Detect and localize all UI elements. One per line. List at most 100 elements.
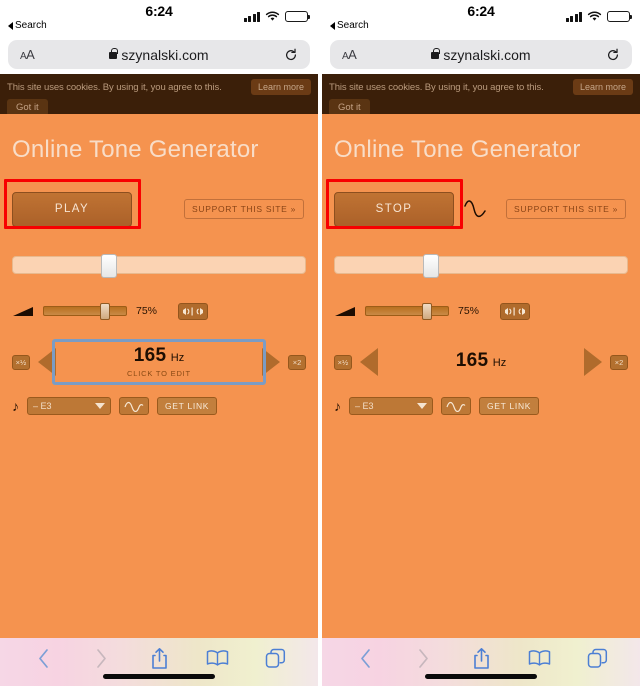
toolbar-tabs-button[interactable] <box>584 646 610 670</box>
get-link-button[interactable]: GET LINK <box>479 397 540 415</box>
stereo-speakers-icon[interactable] <box>500 302 531 320</box>
volume-icon <box>335 306 355 316</box>
waveform-button[interactable] <box>119 397 149 415</box>
note-select[interactable]: – E3 <box>349 397 433 415</box>
stop-button[interactable]: STOP <box>334 191 454 227</box>
cellular-signal-icon <box>565 11 582 22</box>
url-text: szynalski.com <box>121 46 209 63</box>
toolbar-share-button[interactable] <box>468 646 494 670</box>
sine-wave-icon <box>124 401 144 412</box>
url-text: szynalski.com <box>443 46 531 63</box>
cookie-message: This site uses cookies. By using it, you… <box>7 81 222 93</box>
toolbar-forward-button[interactable] <box>410 646 436 670</box>
cookie-learn-more-button[interactable]: Learn more <box>250 79 311 95</box>
phone-screen-right: 6:24 Search AA szynalski.com This site u… <box>322 0 640 686</box>
chevron-down-icon <box>417 403 427 409</box>
tone-generator-page: Online Tone Generator PLAY SUPPORT THIS … <box>0 114 318 638</box>
browser-toolbar <box>0 638 318 686</box>
chevron-down-icon <box>95 403 105 409</box>
dual-screenshot-comparison: 6:24 Search AA szynalski.com This site u… <box>0 0 640 686</box>
frequency-unit: Hz <box>170 352 185 364</box>
toolbar-back-button[interactable] <box>352 646 378 670</box>
cookie-learn-more-button[interactable]: Learn more <box>572 79 633 95</box>
home-indicator <box>103 674 215 679</box>
wifi-icon <box>587 11 602 21</box>
toolbar-share-button[interactable] <box>146 646 172 670</box>
page-title: Online Tone Generator <box>12 136 259 163</box>
address-bar[interactable]: AA szynalski.com <box>330 40 632 69</box>
increase-frequency-arrow[interactable] <box>584 348 602 376</box>
volume-slider-handle[interactable] <box>99 303 110 320</box>
volume-slider[interactable] <box>365 303 449 320</box>
url-bar-container: AA szynalski.com <box>0 38 318 74</box>
address-bar[interactable]: AA szynalski.com <box>8 40 310 69</box>
status-bar: 6:24 Search <box>0 0 318 38</box>
cellular-signal-icon <box>243 11 260 22</box>
music-note-icon: ♪ <box>334 398 341 414</box>
note-controls-row: ♪ – E3 GET LINK <box>334 395 628 417</box>
back-to-app-label: Search <box>15 20 47 31</box>
frequency-slider[interactable] <box>334 254 628 278</box>
playing-sine-wave-icon <box>464 200 486 218</box>
stereo-speakers-icon[interactable] <box>178 302 209 320</box>
status-bar-indicators <box>565 11 633 22</box>
toolbar-forward-button[interactable] <box>88 646 114 670</box>
back-to-app-link[interactable]: Search <box>8 20 47 31</box>
url-display[interactable]: szynalski.com <box>330 47 632 63</box>
sine-wave-icon <box>446 401 466 412</box>
reload-icon[interactable] <box>606 48 620 62</box>
double-frequency-button[interactable]: ×2 <box>288 354 306 370</box>
get-link-button[interactable]: GET LINK <box>157 397 218 415</box>
note-select[interactable]: – E3 <box>27 397 111 415</box>
frequency-display[interactable]: 165 Hz <box>378 347 584 378</box>
frequency-controls-row: ×½ 165 Hz ×2 <box>334 339 628 385</box>
play-button[interactable]: PLAY <box>12 191 132 227</box>
decrease-frequency-arrow[interactable] <box>360 348 378 376</box>
toolbar-back-button[interactable] <box>30 646 56 670</box>
battery-icon <box>607 11 633 22</box>
home-indicator <box>425 674 537 679</box>
halve-frequency-button[interactable]: ×½ <box>334 354 352 370</box>
status-bar-indicators <box>243 11 311 22</box>
page-title: Online Tone Generator <box>334 136 581 163</box>
volume-slider[interactable] <box>43 303 127 320</box>
text-size-button[interactable]: AA <box>20 47 35 62</box>
frequency-value: 165 <box>133 345 167 366</box>
play-controls-row: PLAY SUPPORT THIS SITE » <box>4 179 306 232</box>
frequency-edit-hint: CLICK TO EDIT <box>127 369 191 378</box>
frequency-slider-handle[interactable] <box>100 254 117 278</box>
play-controls-row: STOP SUPPORT THIS SITE » <box>326 179 628 232</box>
volume-slider-handle[interactable] <box>421 303 432 320</box>
music-note-icon: ♪ <box>12 398 19 414</box>
frequency-slider-handle[interactable] <box>422 254 439 278</box>
back-to-app-link[interactable]: Search <box>330 20 369 31</box>
volume-percent-label: 75% <box>136 305 158 317</box>
support-this-site-button[interactable]: SUPPORT THIS SITE » <box>506 199 626 219</box>
url-bar-container: AA szynalski.com <box>322 38 640 74</box>
toolbar-bookmarks-button[interactable] <box>526 646 552 670</box>
tone-generator-page: Online Tone Generator STOP SUPPORT THIS … <box>322 114 640 638</box>
text-size-button[interactable]: AA <box>342 47 357 62</box>
support-this-site-button[interactable]: SUPPORT THIS SITE » <box>184 199 304 219</box>
halve-frequency-button[interactable]: ×½ <box>12 354 30 370</box>
toolbar-bookmarks-button[interactable] <box>204 646 230 670</box>
waveform-button[interactable] <box>441 397 471 415</box>
reload-icon[interactable] <box>284 48 298 62</box>
wifi-icon <box>265 11 280 21</box>
back-to-app-label: Search <box>337 20 369 31</box>
phone-screen-left: 6:24 Search AA szynalski.com This site u… <box>0 0 318 686</box>
note-select-value: – E3 <box>355 401 374 411</box>
lock-icon <box>109 48 118 59</box>
url-display[interactable]: szynalski.com <box>8 47 310 63</box>
frequency-value: 165 <box>455 349 489 371</box>
browser-toolbar <box>322 638 640 686</box>
frequency-display[interactable]: 165 Hz CLICK TO EDIT <box>52 339 266 385</box>
cookie-message: This site uses cookies. By using it, you… <box>329 81 544 93</box>
note-controls-row: ♪ – E3 GET LINK <box>12 395 306 417</box>
toolbar-tabs-button[interactable] <box>262 646 288 670</box>
double-frequency-button[interactable]: ×2 <box>610 354 628 370</box>
note-select-value: – E3 <box>33 401 52 411</box>
frequency-controls-row: ×½ 165 Hz CLICK TO EDIT ×2 <box>12 339 306 385</box>
status-bar: 6:24 Search <box>322 0 640 38</box>
frequency-slider[interactable] <box>12 254 306 278</box>
